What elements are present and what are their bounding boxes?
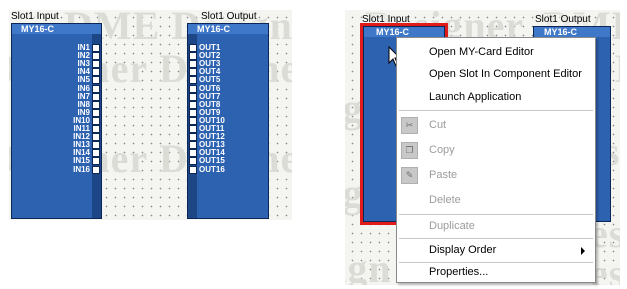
slot1-input-title: Slot1 Input	[11, 11, 59, 23]
port-connector-icon[interactable]	[189, 52, 197, 61]
menu-item-properties[interactable]: Properties...	[397, 262, 595, 283]
port-connector-icon[interactable]	[189, 157, 197, 166]
left-canvas[interactable]: DME Designer Designer Designer Designer …	[9, 10, 292, 220]
slot1-output-title: Slot1 Output	[535, 14, 591, 26]
menu-item-cut[interactable]: ✂ Cut	[397, 115, 595, 136]
slot1-input-component[interactable]: MY16-C IN1 IN2 IN3 IN4 IN5 IN6 IN7 IN8 IN9 IN10 IN…	[11, 23, 102, 219]
port-connector-icon[interactable]	[189, 76, 197, 85]
menu-item-label: Copy	[429, 144, 455, 156]
port-connector-icon[interactable]	[92, 141, 100, 150]
port-label: OUT16	[199, 164, 225, 174]
port-connector-icon[interactable]	[92, 157, 100, 166]
scissors-icon: ✂	[401, 117, 418, 134]
port-connector-icon[interactable]	[92, 84, 100, 93]
port-connector-icon[interactable]	[92, 116, 100, 125]
menu-item-label: Open Slot In Component Editor	[429, 68, 582, 80]
menu-item-display-order[interactable]: Display Order	[397, 240, 595, 261]
submenu-arrow-icon	[581, 247, 585, 255]
menu-item-label: Display Order	[429, 244, 497, 256]
port-connector-icon[interactable]	[92, 133, 100, 142]
slot1-input-title: Slot1 Input	[362, 14, 410, 26]
input-port[interactable]: IN16	[12, 164, 100, 174]
port-connector-icon[interactable]	[92, 125, 100, 133]
menu-item-label: Duplicate	[429, 220, 475, 232]
port-connector-icon[interactable]	[92, 52, 100, 61]
menu-item-copy[interactable]: ❐ Copy	[397, 140, 595, 161]
paste-icon: ✎	[401, 167, 418, 184]
port-connector-icon[interactable]	[92, 60, 100, 69]
port-connector-icon[interactable]	[92, 76, 100, 85]
port-connector-icon[interactable]	[92, 92, 100, 101]
menu-item-label: Delete	[429, 194, 461, 206]
port-connector-icon[interactable]	[189, 133, 197, 142]
port-connector-icon[interactable]	[189, 84, 197, 93]
port-connector-icon[interactable]	[189, 44, 197, 52]
menu-item-paste[interactable]: ✎ Paste	[397, 165, 595, 186]
port-connector-icon[interactable]	[189, 100, 197, 109]
slot1-output-title: Slot1 Output	[201, 11, 257, 23]
menu-item-duplicate[interactable]: Duplicate	[397, 216, 595, 237]
port-connector-icon[interactable]	[92, 44, 100, 52]
menu-item-launch-application[interactable]: Launch Application	[397, 87, 595, 108]
menu-item-open-my-card-editor[interactable]: Open MY-Card Editor	[397, 42, 595, 63]
port-connector-icon[interactable]	[92, 68, 100, 77]
port-connector-icon[interactable]	[189, 92, 197, 101]
menu-separator	[399, 238, 593, 239]
menu-item-label: Open MY-Card Editor	[429, 46, 534, 58]
menu-item-open-slot-in-component-editor[interactable]: Open Slot In Component Editor	[397, 64, 595, 85]
menu-item-label: Paste	[429, 169, 458, 181]
menu-item-label: Cut	[429, 119, 447, 131]
slot1-output-component[interactable]: MY16-C OUT1 OUT2 OUT3 OUT4 OUT5 OUT6 OUT7 OUT8 O…	[187, 23, 269, 219]
menu-item-label: Launch Application	[429, 91, 522, 103]
port-connector-icon[interactable]	[189, 165, 197, 174]
component-name: MY16-C	[364, 27, 444, 37]
copy-icon: ❐	[401, 142, 418, 159]
port-connector-icon[interactable]	[189, 108, 197, 117]
port-connector-icon[interactable]	[92, 165, 100, 174]
port-connector-icon[interactable]	[92, 108, 100, 117]
menu-item-label: Properties...	[429, 266, 489, 278]
component-name: MY16-C	[12, 24, 101, 34]
port-label: IN16	[73, 164, 90, 174]
port-connector-icon[interactable]	[189, 141, 197, 150]
port-connector-icon[interactable]	[189, 116, 197, 125]
context-menu: Open MY-Card Editor Open Slot In Compone…	[396, 37, 596, 283]
port-connector-icon[interactable]	[92, 149, 100, 158]
watermark-text: esign	[345, 246, 392, 285]
port-connector-icon[interactable]	[189, 68, 197, 77]
menu-separator	[399, 110, 593, 111]
port-connector-icon[interactable]	[189, 60, 197, 69]
menu-item-delete[interactable]: Delete	[397, 190, 595, 211]
port-connector-icon[interactable]	[92, 100, 100, 109]
component-name: MY16-C	[188, 24, 268, 34]
component-name: MY16-C	[534, 27, 610, 37]
output-port[interactable]: OUT16	[189, 164, 225, 174]
menu-separator	[399, 214, 593, 215]
port-connector-icon[interactable]	[189, 125, 197, 133]
port-connector-icon[interactable]	[189, 149, 197, 158]
